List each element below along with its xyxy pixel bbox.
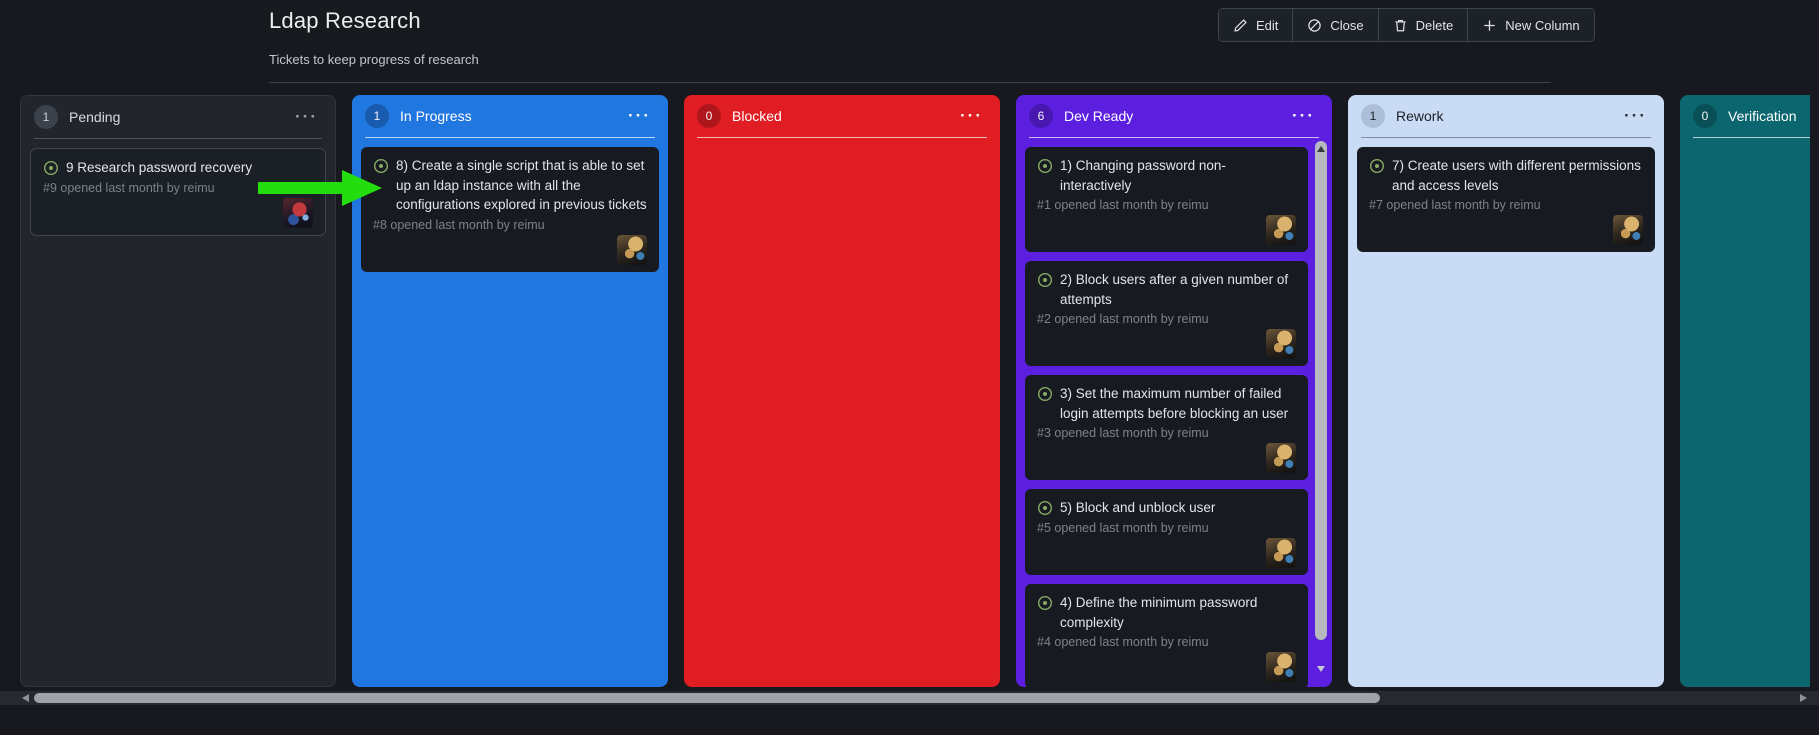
column-menu-icon[interactable]: ··· <box>291 110 322 124</box>
project-board-page: Ldap Research Edit Close Delete New Colu… <box>0 0 1819 735</box>
column-count-badge: 1 <box>365 104 389 128</box>
column-title: Blocked <box>732 108 945 124</box>
plus-icon <box>1482 18 1497 33</box>
issue-meta: #3 opened last month by reimu <box>1037 426 1296 440</box>
issue-meta: #4 opened last month by reimu <box>1037 635 1296 649</box>
column-title: In Progress <box>400 108 613 124</box>
issue-open-icon <box>1369 158 1385 174</box>
avatar[interactable] <box>1266 329 1296 359</box>
column-count-badge: 0 <box>697 104 721 128</box>
issue-open-icon <box>373 158 389 174</box>
page-title: Ldap Research <box>269 8 421 34</box>
vertical-scrollbar-thumb[interactable] <box>1315 157 1327 640</box>
column-title: Dev Ready <box>1064 108 1277 124</box>
issue-title: 1) Changing password non-interactively <box>1060 156 1296 195</box>
issue-card[interactable]: 4) Define the minimum password complexit… <box>1025 584 1308 687</box>
scroll-left-arrow-icon[interactable] <box>22 694 29 702</box>
issue-open-icon <box>1037 386 1053 402</box>
column-cards: 8) Create a single script that is able t… <box>352 138 668 687</box>
issue-meta: #8 opened last month by reimu <box>373 218 647 232</box>
issue-card[interactable]: 2) Block users after a given number of a… <box>1025 261 1308 366</box>
trash-icon <box>1393 18 1408 33</box>
avatar[interactable] <box>1266 652 1296 682</box>
column-cards <box>1680 138 1810 687</box>
column-cards <box>684 138 1000 687</box>
column-header: 1 Rework ··· <box>1348 95 1664 137</box>
board: 1 Pending ··· 9 Research password recove… <box>20 95 1810 687</box>
issue-meta: #5 opened last month by reimu <box>1037 521 1296 535</box>
horizontal-scrollbar[interactable] <box>0 691 1819 705</box>
column-menu-icon[interactable]: ··· <box>1288 109 1319 123</box>
column-header: 0 Blocked ··· <box>684 95 1000 137</box>
issue-card[interactable]: 1) Changing password non-interactively #… <box>1025 147 1308 252</box>
column-blocked: 0 Blocked ··· <box>684 95 1000 687</box>
issue-meta: #7 opened last month by reimu <box>1369 198 1643 212</box>
issue-open-icon <box>1037 158 1053 174</box>
avatar[interactable] <box>1266 215 1296 245</box>
issue-meta: #1 opened last month by reimu <box>1037 198 1296 212</box>
avatar[interactable] <box>283 198 313 228</box>
column-cards: 1) Changing password non-interactively #… <box>1016 138 1332 687</box>
issue-meta: #2 opened last month by reimu <box>1037 312 1296 326</box>
column-menu-icon[interactable]: ··· <box>624 109 655 123</box>
column-title: Verification <box>1728 108 1810 124</box>
issue-title: 5) Block and unblock user <box>1060 498 1296 518</box>
column-count-badge: 6 <box>1029 104 1053 128</box>
issue-title: 4) Define the minimum password complexit… <box>1060 593 1296 632</box>
column-count-badge: 1 <box>1361 104 1385 128</box>
column-count-badge: 1 <box>34 105 58 129</box>
issue-card[interactable]: 8) Create a single script that is able t… <box>361 147 659 272</box>
edit-button[interactable]: Edit <box>1219 9 1293 41</box>
column-menu-icon[interactable]: ··· <box>956 109 987 123</box>
column-menu-icon[interactable]: ··· <box>1620 109 1651 123</box>
avatar[interactable] <box>1613 215 1643 245</box>
column-in-progress: 1 In Progress ··· 8) Create a single scr… <box>352 95 668 687</box>
avatar[interactable] <box>1266 538 1296 568</box>
horizontal-scrollbar-thumb[interactable] <box>34 693 1380 703</box>
column-title: Rework <box>1396 108 1609 124</box>
column-cards: 9 Research password recovery #9 opened l… <box>21 139 335 686</box>
issue-open-icon <box>43 160 59 176</box>
scroll-up-arrow-icon[interactable] <box>1315 141 1327 157</box>
column-pending: 1 Pending ··· 9 Research password recove… <box>20 95 336 687</box>
issue-open-icon <box>1037 500 1053 516</box>
column-count-badge: 0 <box>1693 104 1717 128</box>
issue-title: 9 Research password recovery <box>66 158 313 178</box>
board-actions-toolbar: Edit Close Delete New Column <box>1218 8 1595 42</box>
issue-card[interactable]: 9 Research password recovery #9 opened l… <box>30 148 326 236</box>
column-cards: 7) Create users with different permissio… <box>1348 138 1664 687</box>
issue-title: 2) Block users after a given number of a… <box>1060 270 1296 309</box>
delete-button[interactable]: Delete <box>1379 9 1469 41</box>
issue-open-icon <box>1037 272 1053 288</box>
column-dev-ready: 6 Dev Ready ··· 1) Changing password non… <box>1016 95 1332 687</box>
column-rework: 1 Rework ··· 7) Create users with differ… <box>1348 95 1664 687</box>
column-header: 1 In Progress ··· <box>352 95 668 137</box>
column-title: Pending <box>69 109 280 125</box>
issue-title: 7) Create users with different permissio… <box>1392 156 1643 195</box>
issue-open-icon <box>1037 595 1053 611</box>
issue-card[interactable]: 7) Create users with different permissio… <box>1357 147 1655 252</box>
close-button[interactable]: Close <box>1293 9 1378 41</box>
circle-slash-icon <box>1307 18 1322 33</box>
column-verification: 0 Verification ··· <box>1680 95 1810 687</box>
column-header: 6 Dev Ready ··· <box>1016 95 1332 137</box>
column-header: 1 Pending ··· <box>21 96 335 138</box>
issue-card[interactable]: 3) Set the maximum number of failed logi… <box>1025 375 1308 480</box>
scroll-right-arrow-icon[interactable] <box>1800 694 1807 702</box>
issue-meta: #9 opened last month by reimu <box>43 181 313 195</box>
issue-title: 8) Create a single script that is able t… <box>396 156 647 215</box>
column-header: 0 Verification ··· <box>1680 95 1810 137</box>
pencil-icon <box>1233 18 1248 33</box>
header-divider <box>269 82 1551 83</box>
scroll-down-arrow-icon[interactable] <box>1317 666 1325 672</box>
new-column-button[interactable]: New Column <box>1468 9 1593 41</box>
avatar[interactable] <box>617 235 647 265</box>
column-vertical-scrollbar[interactable] <box>1315 141 1327 678</box>
board-description: Tickets to keep progress of research <box>269 52 479 67</box>
issue-title: 3) Set the maximum number of failed logi… <box>1060 384 1296 423</box>
avatar[interactable] <box>1266 443 1296 473</box>
issue-card[interactable]: 5) Block and unblock user #5 opened last… <box>1025 489 1308 575</box>
